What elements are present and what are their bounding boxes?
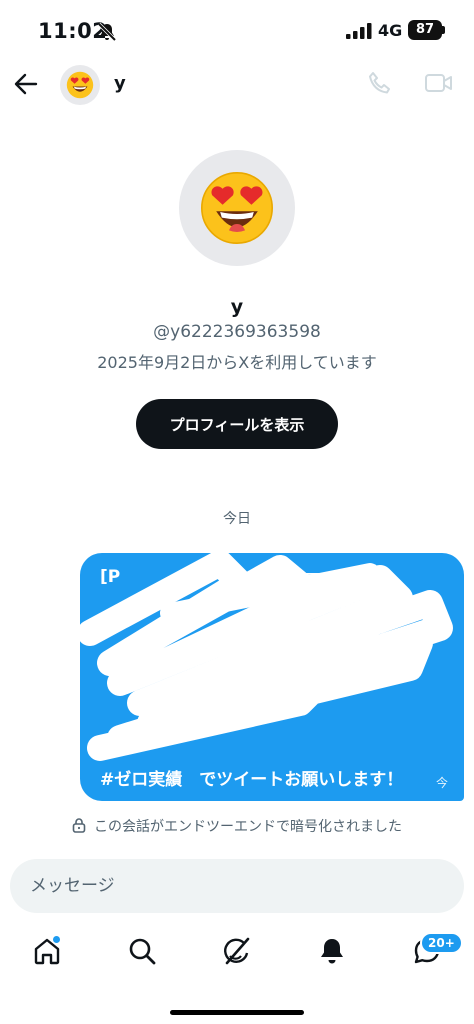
- profile-joined-date: 2025年9月2日からXを利用しています: [97, 353, 377, 372]
- message-link[interactable]: 723W: [150, 713, 204, 733]
- phone-icon[interactable]: [366, 70, 392, 96]
- message-input[interactable]: [10, 859, 464, 913]
- message-line-1b: いが届きました: [270, 572, 389, 592]
- profile-avatar[interactable]: [179, 150, 295, 266]
- video-call-icon[interactable]: [424, 71, 454, 95]
- home-unread-dot: [53, 936, 60, 943]
- back-arrow-icon[interactable]: [12, 70, 40, 98]
- messages-badge: 20+: [420, 932, 463, 954]
- home-indicator: [170, 1010, 304, 1015]
- encryption-notice-text: この会話がエンドツーエンドで暗号化されました: [94, 819, 402, 835]
- header-avatar[interactable]: [60, 65, 100, 105]
- date-separator: 今日: [223, 511, 251, 527]
- profile-handle: @y6222369363598: [153, 322, 321, 342]
- lock-icon: [72, 818, 86, 833]
- heart-eyes-emoji-icon: [201, 172, 273, 244]
- battery-tip: [442, 26, 445, 34]
- message-bubble[interactable]: [P いが届きました 29 723W #ゼロ実績 でツイートお願いします！ 今: [80, 553, 464, 801]
- message-line-2: 29: [190, 601, 214, 621]
- heart-eyes-emoji-icon: [66, 71, 94, 99]
- notifications-bell-icon[interactable]: [316, 935, 348, 967]
- network-type: 4G: [378, 21, 403, 40]
- grok-icon[interactable]: [221, 935, 253, 967]
- conversation-header: y: [0, 62, 474, 106]
- encryption-notice: この会話がエンドツーエンドで暗号化されました: [0, 816, 474, 836]
- bell-slash-icon: [97, 22, 117, 42]
- message-timestamp: 今: [435, 776, 448, 790]
- search-icon[interactable]: [126, 935, 158, 967]
- header-name[interactable]: y: [114, 73, 126, 94]
- message-line-1: [P: [100, 567, 121, 587]
- cellular-signal-icon: [346, 23, 372, 39]
- view-profile-button[interactable]: プロフィールを表示: [136, 399, 338, 449]
- message-hashtag-line: #ゼロ実績 でツイートお願いします！: [100, 770, 404, 790]
- profile-name: y: [230, 296, 244, 318]
- bottom-tab-bar: [0, 925, 474, 981]
- status-bar: 11:02 4G 87: [0, 0, 474, 62]
- battery-level: 87: [408, 20, 442, 40]
